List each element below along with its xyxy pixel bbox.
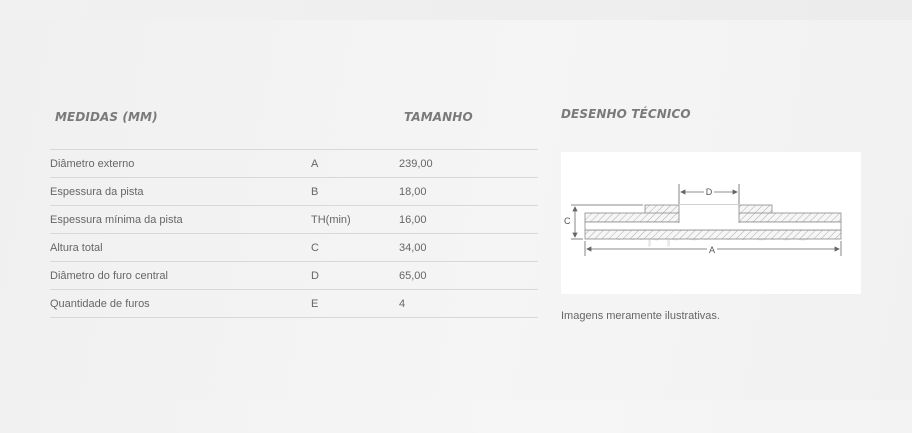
table-row: Espessura da pista B 18,00 <box>50 177 538 206</box>
measure-value: 18,00 <box>399 177 538 206</box>
measure-name: Espessura da pista <box>50 177 311 206</box>
measure-name: Espessura mínima da pista <box>50 205 311 234</box>
measure-name: Diâmetro externo <box>50 149 311 178</box>
central-bore <box>679 205 739 223</box>
measure-code: D <box>311 261 399 290</box>
measure-value: 16,00 <box>399 205 538 234</box>
label-a: A <box>709 245 715 255</box>
top-band <box>0 0 912 20</box>
disc-section <box>584 204 842 240</box>
bottom-band <box>0 400 912 433</box>
disc-ring-bottom <box>584 229 842 240</box>
measure-value: 239,00 <box>399 149 538 178</box>
measures-heading: MEDIDAS (MM) <box>55 110 158 124</box>
technical-drawing: Hipper Freios D <box>561 152 861 294</box>
measure-name: Altura total <box>50 233 311 262</box>
measure-name: Quantidade de furos <box>50 289 311 318</box>
label-c: C <box>564 216 571 226</box>
measure-value: 4 <box>399 289 538 318</box>
label-d: D <box>706 187 713 197</box>
measure-code: A <box>311 149 399 178</box>
disc-vent <box>584 221 842 231</box>
measure-value: 65,00 <box>399 261 538 290</box>
drawing-caption: Imagens meramente ilustrativas. <box>561 310 720 322</box>
measure-code: E <box>311 289 399 318</box>
measures-table: Diâmetro externo A 239,00 Espessura da p… <box>50 149 538 318</box>
measure-code: C <box>311 233 399 262</box>
measure-value: 34,00 <box>399 233 538 262</box>
table-row: Diâmetro externo A 239,00 <box>50 149 538 178</box>
table-row: Quantidade de furos E 4 <box>50 289 538 318</box>
measure-code: B <box>311 177 399 206</box>
measure-name: Diâmetro do furo central <box>50 261 311 290</box>
size-heading: TAMANHO <box>404 110 473 124</box>
table-row: Espessura mínima da pista TH(min) 16,00 <box>50 205 538 234</box>
table-row: Diâmetro do furo central D 65,00 <box>50 261 538 290</box>
technical-drawing-heading: DESENHO TÉCNICO <box>561 107 691 121</box>
measure-code: TH(min) <box>311 205 399 234</box>
table-row: Altura total C 34,00 <box>50 233 538 262</box>
brake-disc-drawing: Hipper Freios D <box>564 184 842 256</box>
